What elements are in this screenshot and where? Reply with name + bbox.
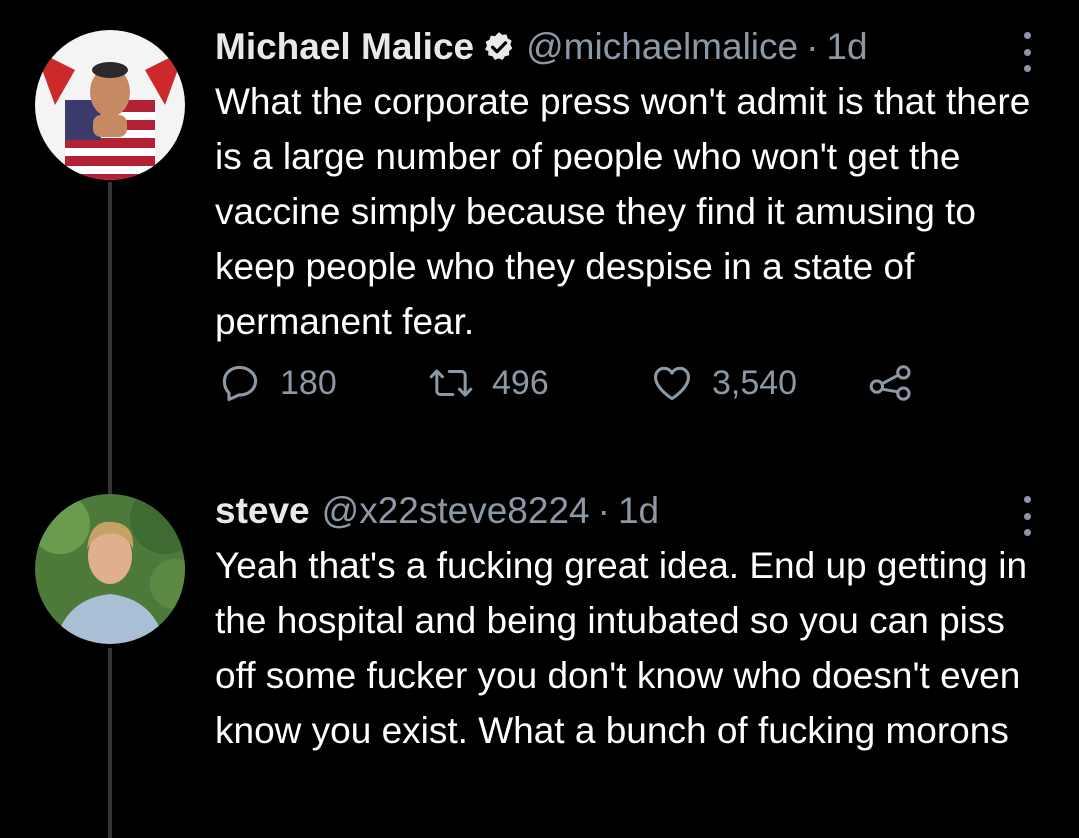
tweet-header: steve @x22steve8224 · 1d xyxy=(215,486,1039,536)
tweet-header: Michael Malice @michaelmalice · 1d xyxy=(215,22,1039,72)
reply-count: 180 xyxy=(280,363,337,402)
thread-line xyxy=(108,648,112,838)
reply-button[interactable]: 180 xyxy=(218,361,428,405)
like-count: 3,540 xyxy=(712,363,798,402)
author-avatar[interactable] xyxy=(35,30,185,180)
tweet[interactable]: steve @x22steve8224 · 1d Yeah that's a f… xyxy=(215,486,1039,758)
retweet-count: 496 xyxy=(492,363,549,402)
like-button[interactable]: 3,540 xyxy=(650,361,868,405)
author-name[interactable]: Michael Malice xyxy=(215,26,474,68)
retweet-button[interactable]: 496 xyxy=(428,361,650,405)
retweet-icon xyxy=(429,369,473,397)
author-avatar[interactable] xyxy=(35,494,185,644)
more-options-icon[interactable] xyxy=(1015,32,1039,72)
verified-badge-icon xyxy=(485,32,513,60)
tweet-text: Yeah that's a fucking great idea. End up… xyxy=(215,545,1028,751)
heart-icon xyxy=(653,366,691,401)
tweet[interactable]: Michael Malice @michaelmalice · 1d What … xyxy=(215,22,1039,349)
author-name[interactable]: steve xyxy=(215,490,310,532)
share-button[interactable] xyxy=(868,361,914,405)
more-options-icon[interactable] xyxy=(1015,496,1039,536)
tweet-timestamp[interactable]: 1d xyxy=(826,26,867,68)
share-icon xyxy=(869,365,911,401)
thread-line xyxy=(108,182,112,494)
reply-icon xyxy=(222,365,258,402)
author-handle[interactable]: @x22steve8224 xyxy=(322,490,590,532)
separator-dot: · xyxy=(597,490,610,531)
tweet-actions: 180 496 3,540 xyxy=(218,358,914,408)
tweet-text: What the corporate press won't admit is … xyxy=(215,81,1031,342)
avatar-photo-icon xyxy=(35,494,185,644)
author-handle[interactable]: @michaelmalice xyxy=(526,26,798,68)
avatar-flag-icon xyxy=(35,30,185,180)
separator-dot: · xyxy=(806,26,819,67)
tweet-timestamp[interactable]: 1d xyxy=(618,490,659,532)
